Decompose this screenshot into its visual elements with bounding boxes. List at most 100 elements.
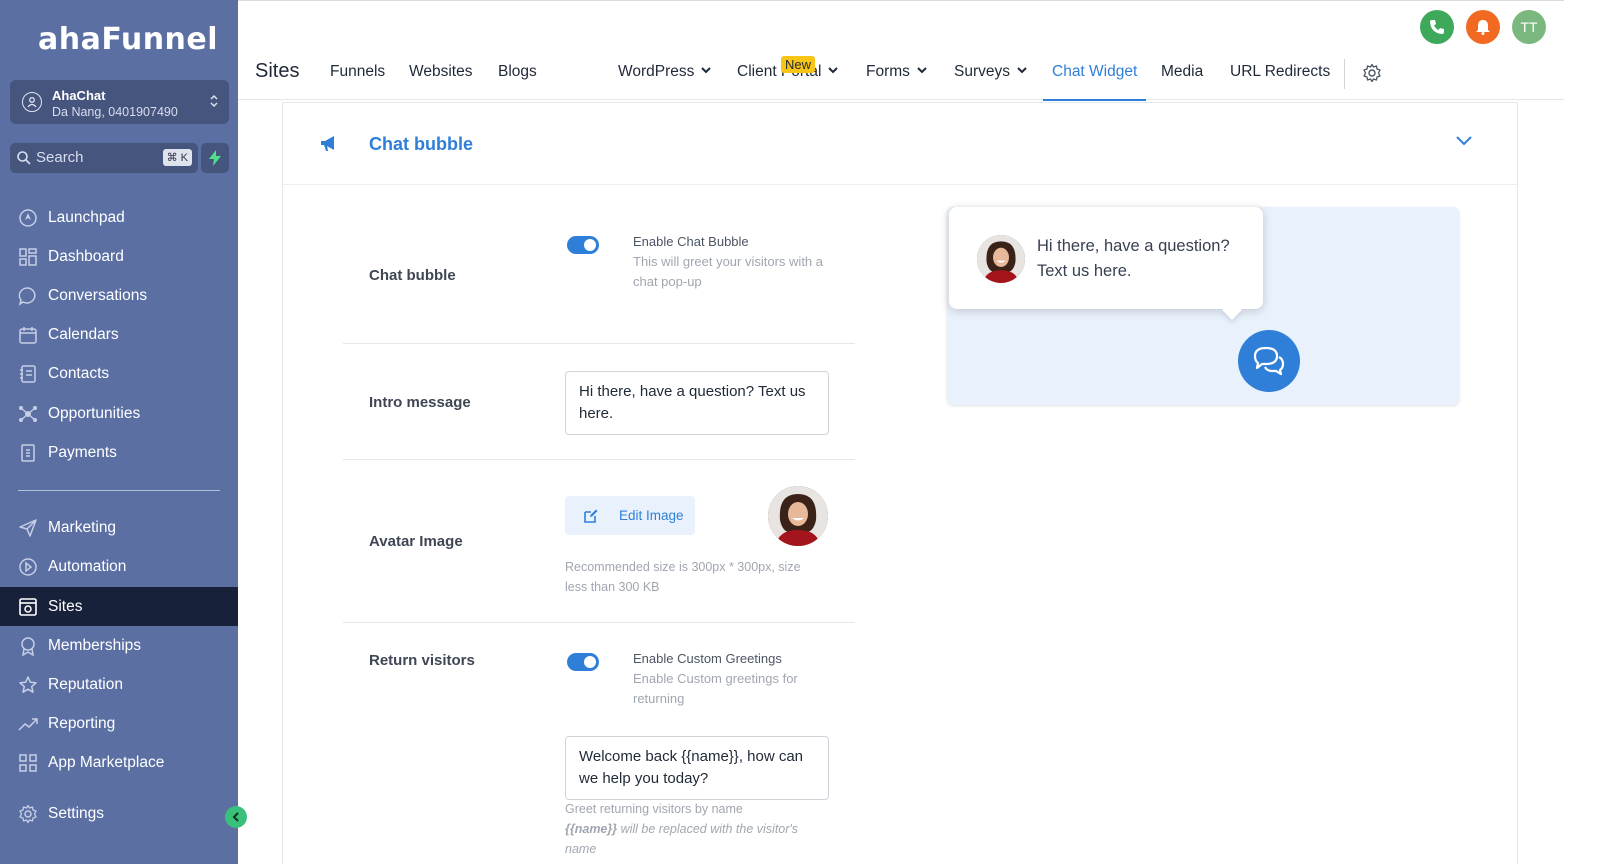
panel-header[interactable]: Chat bubble [283,103,1517,185]
sidebar-item-opportunities[interactable]: Opportunities [0,394,238,433]
sidebar-item-marketing[interactable]: Marketing [0,508,238,547]
search-icon [16,150,32,171]
account-switcher[interactable]: AhaChat Da Nang, 0401907490 [10,80,229,124]
tab-surveys[interactable]: Surveys [954,63,1027,101]
sidebar-item-label: Calendars [48,326,119,343]
sidebar-item-reporting[interactable]: Reporting [0,704,238,743]
star-icon [19,676,37,693]
sidebar-item-label: Marketing [48,519,117,536]
chevron-left-icon [232,812,239,822]
row-divider [343,343,855,344]
chevron-down-icon [1017,67,1027,74]
receipt-icon [21,444,35,462]
row-divider [343,622,855,623]
preview-chat-bubble: Hi there, have a question? Text us here. [949,207,1263,309]
return-visitors-label: Return visitors [369,652,475,669]
sidebar-item-calendars[interactable]: Calendars [0,315,238,354]
sidebar-item-app-marketplace[interactable]: App Marketplace [0,743,238,782]
automation-icon [19,558,37,576]
tab-forms[interactable]: Forms [866,63,927,101]
tab-chat-widget[interactable]: Chat Widget [1043,63,1147,101]
megaphone-icon [321,136,334,151]
top-navigation: TT Sites Funnels Websites Blogs WordPres… [238,0,1564,101]
avatar-hint: Recommended size is 300px * 300px, size … [565,560,801,594]
return-hint-1: Greet returning visitors by name [565,802,743,816]
panel-title: Chat bubble [369,134,473,154]
location-user-icon [22,92,42,112]
sidebar-item-sites[interactable]: Sites [0,587,238,626]
sidebar-item-contacts[interactable]: Contacts [0,354,238,393]
launchpad-icon [19,209,37,227]
sidebar-item-label: Reputation [48,676,123,693]
sidebar-collapse-button[interactable] [225,806,247,828]
sidebar: ahaFunnel AhaChat Da Nang, 0401907490 Se… [0,0,238,864]
contacts-icon [20,365,36,383]
sites-icon [19,598,37,616]
sidebar-item-payments[interactable]: Payments [0,433,238,472]
sidebar-item-label: Dashboard [48,248,124,265]
top-actions: TT [1420,10,1546,44]
tab-media[interactable]: Media [1161,63,1203,101]
chat-bubble-toggle-desc: This will greet your visitors with a cha… [633,254,823,289]
tab-wordpress[interactable]: WordPress [618,63,712,101]
chat-bubble-toggle-title: Enable Chat Bubble [633,234,749,249]
edit-image-button[interactable]: Edit Image [565,496,695,535]
bell-icon [1476,20,1490,35]
intro-message-input[interactable]: Hi there, have a question? Text us here. [565,371,829,435]
sidebar-item-label: Settings [48,805,105,822]
user-avatar-button[interactable]: TT [1512,10,1546,44]
sidebar-search[interactable]: Search ⌘ K [10,143,198,173]
trend-icon [18,718,38,731]
tab-websites[interactable]: Websites [409,63,472,101]
gear-icon [19,804,37,824]
chevron-down-icon [917,67,927,74]
sidebar-item-launchpad[interactable]: Launchpad [0,198,238,237]
send-icon [19,519,37,537]
return-hint-2: {{name}} will be replaced with the visit… [565,819,825,859]
sidebar-item-label: Sites [48,598,83,615]
phone-button[interactable] [1420,10,1454,44]
sidebar-item-memberships[interactable]: Memberships [0,626,238,665]
name-placeholder-code: {{name}} [565,822,618,836]
chevron-down-icon [828,67,839,74]
apps-icon [19,754,37,772]
chat-bubbles-icon [1253,346,1285,376]
notifications-button[interactable] [1466,10,1500,44]
sidebar-item-label: Memberships [48,637,142,654]
tab-funnels[interactable]: Funnels [330,63,385,101]
sidebar-item-label: App Marketplace [48,754,165,771]
tab-label: Forms [866,63,910,80]
sidebar-item-conversations[interactable]: Conversations [0,276,238,315]
sidebar-divider [18,490,220,491]
search-shortcut: ⌘ K [162,149,192,166]
preview-chat-button[interactable] [1238,330,1300,392]
preview-avatar [977,235,1025,283]
tabs-separator [1344,59,1345,89]
sidebar-item-automation[interactable]: Automation [0,547,238,586]
grid-icon [19,248,37,266]
sidebar-item-label: Opportunities [48,405,141,422]
avatar-image-label: Avatar Image [369,533,463,550]
intro-message-label: Intro message [369,394,471,411]
sidebar-item-settings[interactable]: Settings [0,794,238,833]
sidebar-item-label: Payments [48,444,117,461]
quick-action-button[interactable] [201,143,229,173]
chat-icon [18,287,36,306]
return-greeting-input[interactable]: Welcome back {{name}}, how can we help y… [565,736,829,800]
row-divider [343,459,855,460]
sidebar-item-reputation[interactable]: Reputation [0,665,238,704]
sidebar-item-label: Launchpad [48,209,125,226]
tab-blogs[interactable]: Blogs [498,63,537,101]
badge-icon [21,637,35,656]
sidebar-item-label: Contacts [48,365,110,382]
brand-logo[interactable]: ahaFunnel [38,22,218,57]
sidebar-item-label: Conversations [48,287,148,304]
gear-icon[interactable] [1362,63,1382,83]
phone-icon [1430,20,1444,34]
sidebar-item-dashboard[interactable]: Dashboard [0,237,238,276]
tab-url-redirects[interactable]: URL Redirects [1230,63,1330,101]
chat-bubble-toggle[interactable] [567,236,599,254]
return-visitors-toggle[interactable] [567,653,599,671]
sidebar-item-label: Automation [48,558,127,575]
account-name: AhaChat [52,88,106,103]
